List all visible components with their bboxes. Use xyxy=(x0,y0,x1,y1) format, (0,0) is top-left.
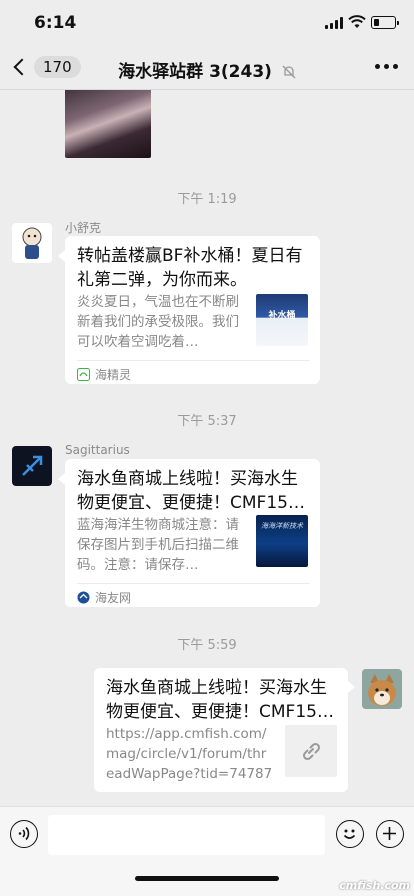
card-thumbnail: 海海洋新技术 xyxy=(256,515,308,567)
wifi-icon xyxy=(348,15,366,28)
plus-button[interactable] xyxy=(376,820,404,848)
emoji-icon xyxy=(343,829,356,839)
voice-button[interactable] xyxy=(10,820,38,848)
card-title: 海水鱼商城上线啦！买海水生物更便宜、更便捷！CMF15… xyxy=(77,469,305,513)
timestamp: 下午 5:59 xyxy=(177,638,237,653)
image-message[interactable] xyxy=(65,90,151,158)
voice-icon xyxy=(18,826,30,841)
card-source: 海友网 xyxy=(77,589,131,606)
sender-name: 小舒克 xyxy=(65,221,102,235)
app-source-icon xyxy=(77,368,90,381)
link-card[interactable]: 海水鱼商城上线啦！买海水生物更便宜、更便捷！CMF15… 蓝海海洋生物商城注意：… xyxy=(65,459,320,607)
watermark: cmfish.com xyxy=(339,879,410,892)
card-title: 转帖盖楼赢BF补水桶！夏日有礼第二弹，为你而来。 xyxy=(77,246,303,290)
message-input[interactable] xyxy=(48,815,325,855)
card-source: 海精灵 xyxy=(77,366,131,383)
bell-mute-icon xyxy=(282,65,296,79)
timestamp: 下午 1:19 xyxy=(177,192,237,207)
link-card[interactable]: 转帖盖楼赢BF补水桶！夏日有礼第二弹，为你而来。 炎炎夏日，气温也在不断刷新着我… xyxy=(65,236,320,384)
more-button[interactable] xyxy=(375,64,398,69)
card-title: 海水鱼商城上线啦！买海水生物更便宜、更便捷！CMF15… xyxy=(106,678,334,722)
card-description: 蓝海海洋生物商城注意：请保存图片到手机后扫描二维码。注意：请保存… xyxy=(77,517,239,573)
sender-name: Sagittarius xyxy=(65,443,130,457)
app-source-icon xyxy=(77,591,90,604)
avatar[interactable] xyxy=(12,446,52,486)
chat-title-count: 3(243) xyxy=(209,62,272,82)
status-bar: 6:14 xyxy=(0,0,414,44)
avatar[interactable] xyxy=(12,223,52,263)
chat-area[interactable]: 下午 1:19 小舒克 转帖盖楼赢BF补水桶！夏日有礼第二弹，为你而来。 炎炎夏… xyxy=(0,90,414,806)
plus-icon xyxy=(383,827,396,840)
source-name: 海精灵 xyxy=(95,368,132,382)
link-thumbnail xyxy=(285,725,337,777)
source-name: 海友网 xyxy=(95,591,132,605)
chat-title-name: 海水驿站群 xyxy=(118,62,204,82)
link-icon xyxy=(302,742,321,761)
thumbnail-text: 补水桶 xyxy=(268,311,296,321)
card-description: 炎炎夏日，气温也在不断刷新着我们的承受极限。我们可以吹着空调吃着… xyxy=(77,294,239,350)
thumbnail-text: 海海洋新技术 xyxy=(261,522,303,530)
home-indicator xyxy=(135,876,279,881)
nav-bar: 170 海水驿站群 3(243) xyxy=(0,44,414,90)
card-url: https://app.cmfish.com/mag/circle/v1/for… xyxy=(106,726,273,782)
battery-icon xyxy=(371,16,399,29)
avatar[interactable] xyxy=(362,669,402,709)
card-thumbnail: 补水桶 xyxy=(256,294,308,346)
chat-title: 海水驿站群 3(243) xyxy=(0,57,414,82)
status-time: 6:14 xyxy=(34,13,77,33)
emoji-button[interactable] xyxy=(336,820,364,848)
link-card[interactable]: 海水鱼商城上线啦！买海水生物更便宜、更便捷！CMF15… https://app… xyxy=(94,668,348,792)
signal-icon xyxy=(325,17,345,29)
timestamp: 下午 5:37 xyxy=(177,414,237,429)
